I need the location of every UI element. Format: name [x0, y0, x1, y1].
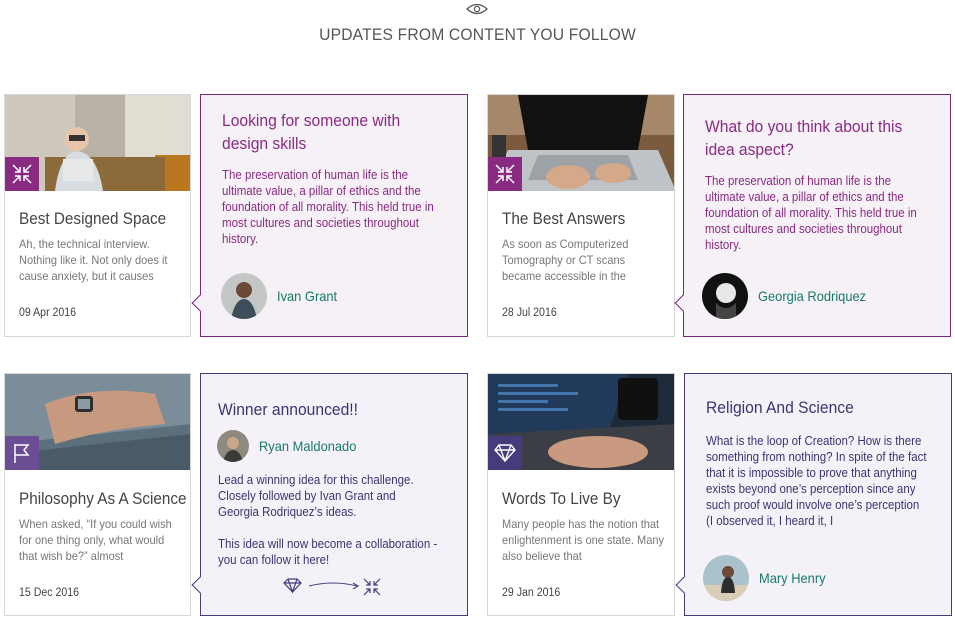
author-name: Ryan Maldonado — [259, 438, 357, 454]
panel-body: Lead a winning idea for this challenge. … — [218, 473, 414, 519]
panel-pointer — [674, 294, 692, 312]
card-title[interactable]: Philosophy As A Science — [19, 489, 187, 509]
transition-flow — [283, 578, 381, 596]
diamond-icon — [283, 578, 302, 594]
content-card[interactable]: Philosophy As A Science When asked, “If … — [4, 373, 191, 616]
author-link[interactable]: Mary Henry — [703, 555, 831, 601]
update-panel: What do you think about this idea aspect… — [674, 94, 951, 337]
panel-pointer — [191, 294, 209, 312]
panel-title[interactable]: What do you think about this idea aspect… — [705, 115, 917, 161]
panel-body-followup[interactable]: This idea will now become a collaboratio… — [218, 536, 439, 568]
badge — [488, 157, 522, 191]
avatar — [221, 273, 267, 319]
card-date: 29 Jan 2016 — [502, 587, 561, 599]
diamond-icon — [494, 444, 516, 462]
collapse-arrows-icon — [495, 164, 515, 184]
panel-title[interactable]: Religion And Science — [706, 396, 918, 419]
author-name: Mary Henry — [759, 570, 826, 586]
panel-title[interactable]: Looking for someone with design skills — [222, 109, 434, 155]
card-date: 28 Jul 2016 — [502, 307, 557, 319]
eye-icon — [466, 3, 488, 15]
card-date: 09 Apr 2016 — [19, 307, 77, 319]
collapse-arrows-icon — [12, 164, 32, 184]
card-title[interactable]: Words To Live By — [502, 489, 620, 509]
update-panel: Winner announced!! Ryan Maldonado Lead a… — [191, 373, 468, 616]
avatar — [703, 555, 749, 601]
panel-body: The preservation of human life is the ul… — [705, 174, 917, 252]
badge — [488, 436, 522, 470]
panel-body: The preservation of human life is the ul… — [222, 168, 434, 246]
badge — [5, 157, 39, 191]
author-link[interactable]: Ivan Grant — [221, 273, 342, 319]
update-panel: Religion And Science What is the loop of… — [675, 373, 952, 616]
panel-title[interactable]: Winner announced!! — [218, 398, 430, 421]
arrow-icon — [308, 582, 358, 587]
card-excerpt: Ah, the technical interview. Nothing lik… — [19, 237, 168, 283]
panel-body: What is the loop of Creation? How is the… — [706, 434, 927, 528]
badge — [5, 436, 39, 470]
content-card[interactable]: Words To Live By Many people has the not… — [487, 373, 675, 616]
page-title: UPDATES FROM CONTENT YOU FOLLOW — [319, 25, 636, 44]
content-card[interactable]: The Best Answers As soon as Computerized… — [487, 94, 675, 337]
content-card[interactable]: Best Designed Space Ah, the technical in… — [4, 94, 191, 337]
update-panel: Looking for someone with design skills T… — [191, 94, 468, 337]
card-excerpt: Many people has the notion that enlighte… — [502, 517, 665, 563]
author-name: Ivan Grant — [277, 288, 338, 304]
card-title[interactable]: The Best Answers — [502, 209, 625, 229]
page-header: UPDATES FROM CONTENT YOU FOLLOW — [0, 0, 955, 60]
collapse-arrows-icon — [363, 578, 381, 596]
avatar — [702, 273, 748, 319]
author-link[interactable]: Georgia Rodriquez — [702, 273, 876, 319]
flag-icon — [14, 444, 30, 463]
card-excerpt: As soon as Computerized Tomography or CT… — [502, 237, 629, 283]
panel-pointer — [675, 576, 693, 594]
avatar — [217, 430, 249, 462]
card-date: 15 Dec 2016 — [19, 587, 80, 599]
card-excerpt: When asked, “If you could wish for one t… — [19, 517, 172, 563]
card-title[interactable]: Best Designed Space — [19, 209, 166, 229]
panel-pointer — [191, 576, 209, 594]
author-name: Georgia Rodriquez — [758, 288, 867, 304]
author-link[interactable]: Ryan Maldonado — [217, 430, 365, 462]
